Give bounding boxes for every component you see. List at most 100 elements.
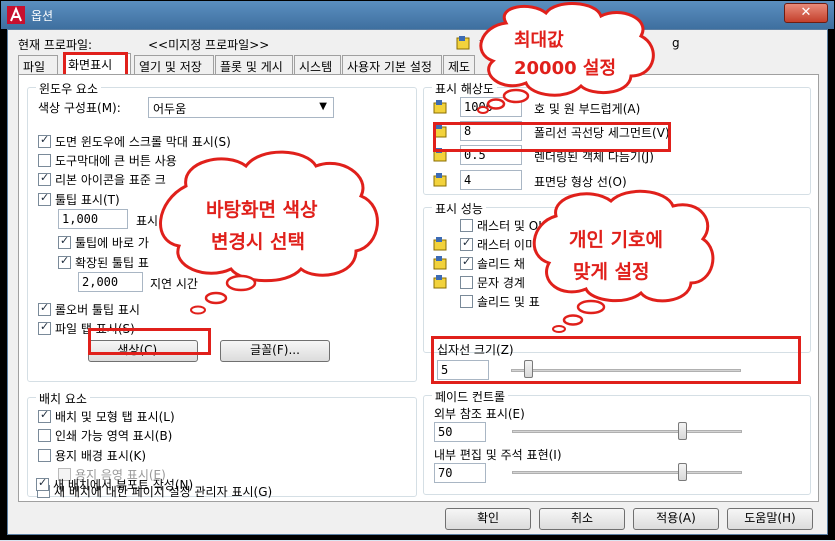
current-drawing-prefix: 현 [479,38,491,52]
tooltip-delay-input[interactable]: 1,000 [58,209,128,229]
autocad-logo-icon [7,6,25,24]
scrollbars-checkbox[interactable]: 도면 윈도우에 스크롤 막대 표시(S) [38,133,231,150]
checkbox-box[interactable] [38,320,51,335]
contour-lines-label: 표면당 형상 선(O) [534,175,627,189]
cancel-button[interactable]: 취소 [539,508,625,530]
checkbox-label: 배치 및 모형 탭 표시(L) [55,410,175,424]
checkbox-label: 툴팁 표시(T) [55,193,120,207]
options-dialog: 옵션 ✕ 현재 프로파일: <<미지정 프로파일>> 현 g 파일 화면표시 열… [0,0,835,540]
drawing-setting-icon [433,100,447,114]
window-elements-group: 윈도우 요소 색상 구성표(M): 어두움 ▼ 도면 윈도우에 스크롤 막대 표… [27,80,417,382]
tooltip-delay-label: 표시 [136,214,159,228]
solid-fill-checkbox[interactable]: 솔리드 채 [460,255,525,272]
checkbox-box[interactable] [38,408,51,423]
raster-ole-checkbox[interactable]: 래스터 및 OLE [460,217,553,234]
checkbox-label: 래스터 이미 [477,238,537,252]
extended-tooltip-checkbox[interactable]: 확장된 툴팁 표 [58,254,149,271]
solid-surface-checkbox[interactable]: 솔리드 및 표 [460,293,540,310]
tab-files[interactable]: 파일 [18,55,58,75]
large-buttons-checkbox[interactable]: 도구막대에 큰 버튼 사용 [38,152,177,169]
title-bar: 옵션 ✕ [1,1,834,29]
xref-fade-label: 외부 참조 표시(E) [434,407,525,421]
printable-area-checkbox[interactable]: 인쇄 가능 영역 표시(B) [38,427,172,444]
checkbox-box[interactable] [460,219,473,232]
inplace-fade-input[interactable]: 70 [434,463,486,483]
checkbox-label: 용지 배경 표시(K) [55,449,147,463]
checkbox-label: 리본 아이콘을 표준 크 [55,173,166,187]
help-button[interactable]: 도움말(H) [727,508,813,530]
crosshair-highlight [431,336,801,384]
color-scheme-label: 색상 구성표(M): [38,101,121,115]
dialog-client: 현재 프로파일: <<미지정 프로파일>> 현 g 파일 화면표시 열기 및 저… [7,29,828,535]
drawing-file-icon [456,36,470,50]
create-viewport-checkbox[interactable]: 새 배치에서 뷰포트 작성(N) [36,476,193,493]
checkbox-box[interactable] [38,191,51,206]
checkbox-label: 새 배치에서 뷰포트 작성(N) [53,478,194,492]
extended-delay-label: 지연 시간 [150,277,198,291]
checkbox-label: 도면 윈도우에 스크롤 막대 표시(S) [55,135,231,149]
tab-open-save[interactable]: 열기 및 저장 [134,55,214,75]
tooltip-shortcut-checkbox[interactable]: 툴팁에 바로 가 [58,234,149,251]
color-scheme-select[interactable]: 어두움 ▼ [148,97,334,118]
checkbox-label: 인쇄 가능 영역 표시(B) [55,429,173,443]
drawing-setting-icon [433,256,447,270]
layout-model-tabs-checkbox[interactable]: 배치 및 모형 탭 표시(L) [38,408,175,425]
drawing-setting-icon [433,173,447,187]
fade-control-title: 페이드 컨트롤 [432,388,509,405]
arc-smoothness-input[interactable]: 1000 [460,97,522,117]
ok-button[interactable]: 확인 [445,508,531,530]
checkbox-label: 솔리드 채 [477,257,525,271]
current-profile-value: <<미지정 프로파일>> [148,38,270,52]
current-profile-label: 현재 프로파일: [18,38,93,52]
checkbox-label: 솔리드 및 표 [477,295,540,309]
rollover-tooltips-checkbox[interactable]: 롤오버 툴팁 표시 [38,301,140,318]
xref-fade-input[interactable]: 50 [434,422,486,442]
checkbox-box[interactable] [58,234,71,249]
window-elements-title: 윈도우 요소 [36,80,102,97]
checkbox-label: 툴팁에 바로 가 [75,236,149,250]
contour-lines-input[interactable]: 4 [460,170,522,190]
text-boundary-checkbox[interactable]: 문자 경계 [460,274,525,291]
checkbox-box[interactable] [38,171,51,186]
raster-highlight-checkbox[interactable]: 래스터 이미 [460,236,536,253]
checkbox-box[interactable] [38,301,51,316]
inplace-fade-slider-track [512,471,742,474]
window-title: 옵션 [31,9,54,23]
tab-plot-publish[interactable]: 플롯 및 게시 [215,55,293,75]
checkbox-label: 롤오버 툴팁 표시 [55,303,140,317]
xref-fade-slider-thumb[interactable] [678,422,687,440]
display-performance-group: 표시 성능 래스터 및 OLE 래스터 이미 솔리드 채 문자 경계 솔리드 및… [423,200,811,353]
display-tab-panel: 윈도우 요소 색상 구성표(M): 어두움 ▼ 도면 윈도우에 스크롤 막대 표… [18,74,819,502]
inplace-fade-label: 내부 편집 및 주석 표현(I) [434,448,562,462]
tab-drafting[interactable]: 제도 [443,55,475,75]
xref-fade-slider-track [512,430,742,433]
tab-user-preferences[interactable]: 사용자 기본 설정 [342,55,442,75]
fade-control-group: 페이드 컨트롤 외부 참조 표시(E) 50 내부 편집 및 주석 표현(I) … [423,388,811,495]
chevron-down-icon: ▼ [319,101,327,112]
checkbox-box[interactable] [36,476,49,491]
checkbox-box[interactable] [460,255,473,270]
apply-button[interactable]: 적용(A) [633,508,719,530]
checkbox-label: 도구막대에 큰 버튼 사용 [55,154,177,168]
extended-delay-input[interactable]: 2,000 [78,272,143,292]
arc-smoothness-highlight [433,122,671,152]
inplace-fade-slider-thumb[interactable] [678,463,687,481]
checkbox-box[interactable] [58,254,71,269]
ribbon-icons-checkbox[interactable]: 리본 아이콘을 표준 크 [38,171,166,188]
fonts-button[interactable]: 글꼴(F)... [220,340,330,362]
tab-system[interactable]: 시스템 [294,55,341,75]
checkbox-box[interactable] [38,429,51,442]
checkbox-box[interactable] [460,236,473,251]
show-tooltips-checkbox[interactable]: 툴팁 표시(T) [38,191,120,208]
checkbox-box[interactable] [38,449,51,462]
checkbox-label: 확장된 툴팁 표 [75,256,149,270]
layout-elements-title: 배치 요소 [36,390,90,407]
checkbox-box[interactable] [38,133,51,148]
close-button[interactable]: ✕ [784,3,828,23]
checkbox-box[interactable] [460,295,473,308]
checkbox-box[interactable] [38,154,51,167]
paper-background-checkbox[interactable]: 용지 배경 표시(K) [38,447,146,464]
checkbox-box[interactable] [460,276,473,289]
checkbox-label: 문자 경계 [477,276,525,290]
arc-smoothness-label: 호 및 원 부드럽게(A) [534,102,641,116]
